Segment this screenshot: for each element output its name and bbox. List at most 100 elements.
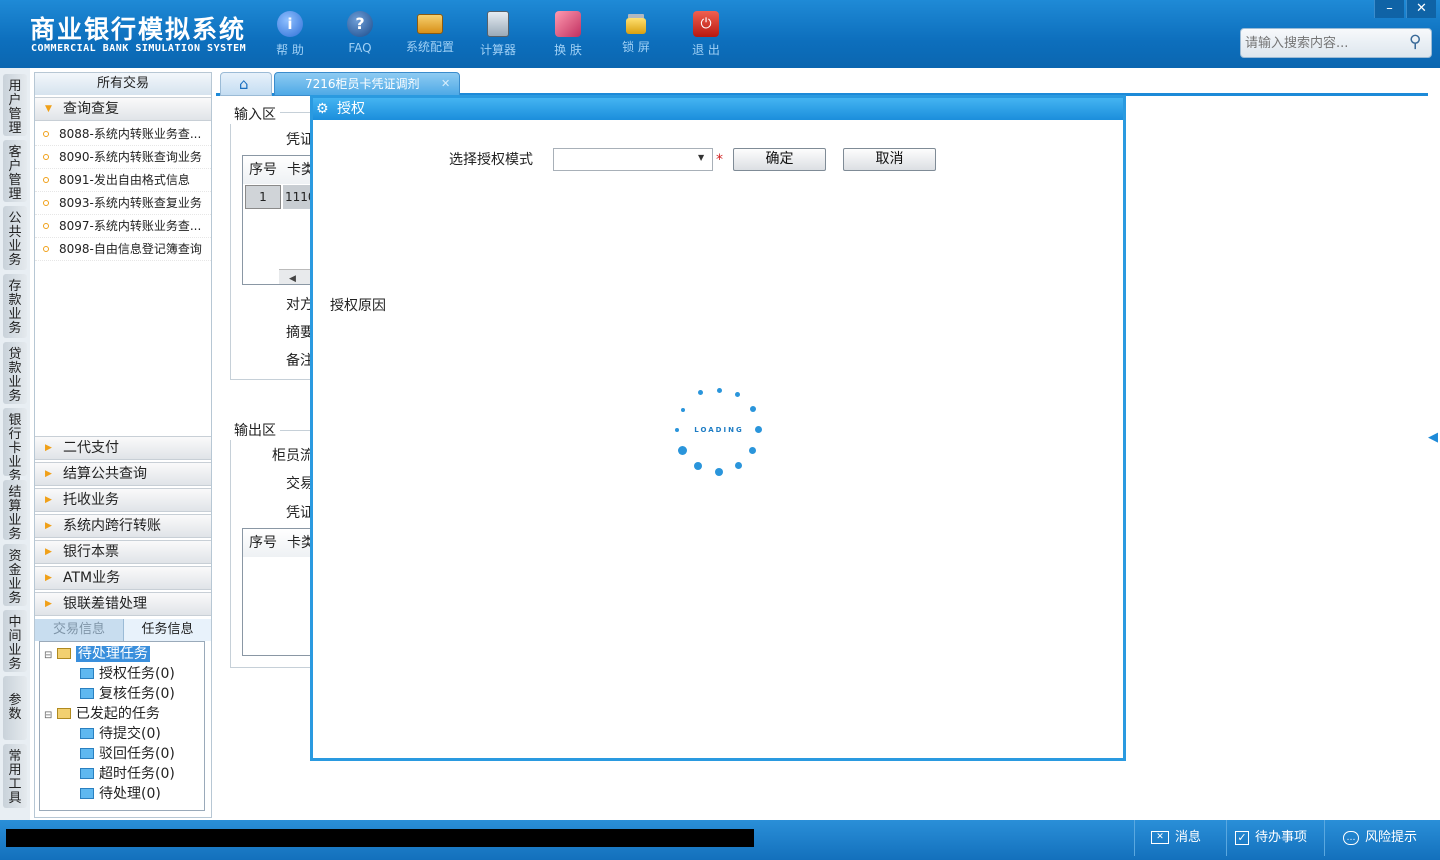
tree-node-label: 超时任务(0) <box>99 766 175 782</box>
grid-header: 序号 <box>243 529 281 557</box>
item-label: 8088-系统内转账业务查... <box>59 127 202 141</box>
tree-node-initiated[interactable]: ⊟ 已发起的任务 <box>44 704 160 724</box>
tree-node-label: 待提交(0) <box>99 726 161 742</box>
system-config-button[interactable]: 系统配置 <box>398 8 462 64</box>
search-icon[interactable]: ⚲ <box>1409 32 1421 52</box>
folder-icon <box>80 748 94 759</box>
vtab-settlement-business[interactable]: 结算业务 <box>3 480 27 542</box>
app-title: 商业银行模拟系统 <box>30 15 247 44</box>
lock-screen-button[interactable]: 锁 屏 <box>604 8 668 64</box>
list-item[interactable]: 8097-系统内转账业务查... <box>35 215 211 238</box>
spinner-dot <box>694 462 702 470</box>
dialog-title-bar: ⚙ 授权 <box>313 98 1123 120</box>
system-config-label: 系统配置 <box>405 40 454 54</box>
tree-node[interactable]: 待提交(0) <box>80 724 161 744</box>
auth-mode-select[interactable]: ▼ <box>553 148 713 171</box>
tab-home[interactable]: ⌂ <box>220 72 272 96</box>
list-item[interactable]: 8091-发出自由格式信息 <box>35 169 211 192</box>
panel-title: 所有交易 <box>35 73 211 95</box>
spinner-dot <box>715 468 723 476</box>
vtab-deposit-business[interactable]: 存款业务 <box>3 274 27 338</box>
vtab-user-management[interactable]: 用户管理 <box>3 74 27 136</box>
auth-mode-label: 选择授权模式 <box>449 152 533 168</box>
checkbox-icon: ✓ <box>1235 830 1249 845</box>
tab-task-info[interactable]: 任务信息 <box>123 619 211 641</box>
list-item[interactable]: 8088-系统内转账业务查... <box>35 123 211 146</box>
spinner-dot <box>681 408 685 412</box>
group-label: 系统内跨行转账 <box>63 518 161 534</box>
info-tabs: 交易信息 任务信息 <box>35 619 211 641</box>
tab-transaction-info[interactable]: 交易信息 <box>35 619 123 641</box>
vtab-fund-business[interactable]: 资金业务 <box>3 544 27 606</box>
collapse-toggle-icon[interactable]: ⊟ <box>44 650 52 661</box>
dropdown-arrow-icon[interactable]: ▼ <box>698 153 704 162</box>
group-item[interactable]: ▶ 系统内跨行转账 <box>35 514 211 538</box>
tree-node[interactable]: 复核任务(0) <box>80 684 175 704</box>
mail-icon: ✕ <box>1151 831 1169 844</box>
group-item[interactable]: ▶ 结算公共查询 <box>35 462 211 486</box>
group-item[interactable]: ▶ 银联差错处理 <box>35 592 211 616</box>
search-input[interactable] <box>1241 29 1401 57</box>
app-header: 商业银行模拟系统 COMMERCIAL BANK SIMULATION SYST… <box>0 0 1440 68</box>
scroll-left-icon[interactable]: ◀ <box>279 274 296 284</box>
vtab-common-tools[interactable]: 常用工具 <box>3 744 27 808</box>
confirm-button[interactable]: 确定 <box>733 148 826 171</box>
vtab-intermediate-business[interactable]: 中间业务 <box>3 610 27 672</box>
todo-button[interactable]: ✓ 待办事项 <box>1226 820 1324 856</box>
faq-label: FAQ <box>348 41 372 55</box>
cancel-button[interactable]: 取消 <box>843 148 936 171</box>
tree-node-label: 待处理任务 <box>75 646 150 662</box>
status-bar: ✕ 消息 ✓ 待办事项 … 风险提示 <box>0 820 1440 860</box>
tree-node[interactable]: 待处理(0) <box>80 784 161 804</box>
faq-button[interactable]: ? FAQ <box>328 8 392 64</box>
teller-serial-label: 柜员流 <box>272 448 314 464</box>
collapse-toggle-icon[interactable]: ⊟ <box>44 710 52 721</box>
calculator-button[interactable]: 计算器 <box>466 8 530 64</box>
group-item[interactable]: ▶ 二代支付 <box>35 436 211 460</box>
tree-node-label: 驳回任务(0) <box>99 746 175 762</box>
close-window-button[interactable]: ✕ <box>1406 0 1436 18</box>
group-item[interactable]: ▶ ATM业务 <box>35 566 211 590</box>
collapse-panel-icon[interactable]: ◀ <box>1428 430 1440 460</box>
folder-icon <box>80 668 94 679</box>
messages-button[interactable]: ✕ 消息 <box>1134 820 1226 856</box>
list-item[interactable]: 8090-系统内转账查询业务 <box>35 146 211 169</box>
tree-node[interactable]: 驳回任务(0) <box>80 744 175 764</box>
minimize-button[interactable]: – <box>1374 0 1404 18</box>
group-item[interactable]: ▶ 银行本票 <box>35 540 211 564</box>
vtab-customer-management[interactable]: 客户管理 <box>3 140 27 202</box>
group-query-reply[interactable]: ▼ 查询查复 <box>35 97 211 121</box>
vtab-loan-business[interactable]: 贷款业务 <box>3 342 27 404</box>
output-area-legend: 输出区 <box>230 420 280 440</box>
auth-reason-label: 授权原因 <box>330 298 386 314</box>
group-label: 银行本票 <box>63 544 119 560</box>
row-index: 1 <box>245 185 281 209</box>
tree-node-label: 复核任务(0) <box>99 686 175 702</box>
tab-active-transaction[interactable]: 7216柜员卡凭证调剂 ✕ <box>274 72 460 96</box>
spinner-dot <box>750 406 756 412</box>
change-skin-button[interactable]: 换 肤 <box>536 8 600 64</box>
spinner-dot <box>749 447 756 454</box>
tree-node[interactable]: 授权任务(0) <box>80 664 175 684</box>
close-tab-icon[interactable]: ✕ <box>441 73 450 95</box>
task-tree: ⊟ 待处理任务 授权任务(0) 复核任务(0) ⊟ 已发起的任务 待提交(0) … <box>39 641 205 811</box>
collapsed-arrow-icon: ▶ <box>45 599 52 609</box>
tree-node-label: 已发起的任务 <box>75 706 160 722</box>
required-mark: * <box>716 152 723 168</box>
authorization-dialog: ⚙ 授权 选择授权模式 ▼ * 确定 取消 授权原因 LOADING <box>310 95 1126 761</box>
vtab-parameters[interactable]: 参数 <box>3 676 27 740</box>
vtab-public-business[interactable]: 公共业务 <box>3 206 27 270</box>
exit-button[interactable]: ⏻ 退 出 <box>674 8 738 64</box>
power-icon: ⏻ <box>693 11 719 37</box>
risk-alert-button[interactable]: … 风险提示 <box>1324 820 1440 856</box>
bullet-icon <box>43 131 49 137</box>
tree-node-pending[interactable]: ⊟ 待处理任务 <box>44 644 150 664</box>
calculator-label: 计算器 <box>479 43 516 57</box>
help-button[interactable]: i 帮 助 <box>258 8 322 64</box>
list-item[interactable]: 8098-自由信息登记簿查询 <box>35 238 211 261</box>
tree-node[interactable]: 超时任务(0) <box>80 764 175 784</box>
vtab-bank-card-business[interactable]: 银行卡业务 <box>3 408 27 484</box>
list-item[interactable]: 8093-系统内转账查复业务 <box>35 192 211 215</box>
search-box: ⚲ <box>1240 28 1432 58</box>
group-item[interactable]: ▶ 托收业务 <box>35 488 211 512</box>
